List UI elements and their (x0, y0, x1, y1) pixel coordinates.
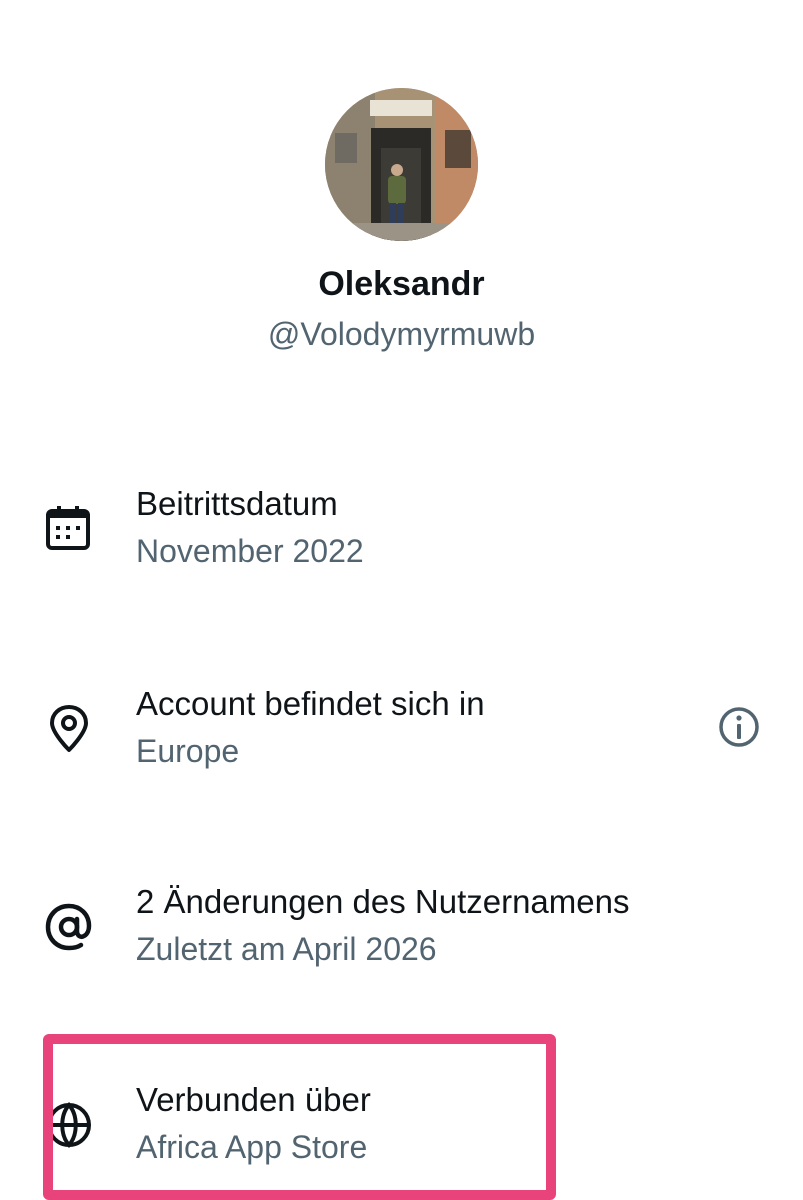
detail-row-account-location: Account befindet sich in Europe (0, 682, 803, 792)
detail-title: 2 Änderungen des Nutzernamens (136, 883, 630, 920)
username-handle: @Volodymyrmuwb (267, 316, 536, 352)
detail-subtitle: Zuletzt am April 2026 (136, 931, 437, 967)
detail-row-join-date: Beitrittsdatum November 2022 (0, 482, 803, 592)
at-sign-icon (42, 900, 96, 954)
display-name: Oleksandr (318, 265, 485, 303)
detail-title: Beitrittsdatum (136, 485, 338, 522)
info-icon[interactable] (716, 704, 762, 750)
highlight-box (43, 1034, 556, 1200)
detail-subtitle: November 2022 (136, 533, 364, 569)
avatar-photo (325, 88, 478, 241)
detail-row-username-changes: 2 Änderungen des Nutzernamens Zuletzt am… (0, 880, 803, 990)
location-pin-icon (42, 702, 96, 756)
detail-subtitle: Europe (136, 733, 240, 769)
calendar-icon (42, 502, 96, 556)
avatar[interactable] (325, 88, 478, 241)
detail-title: Account befindet sich in (136, 685, 485, 722)
